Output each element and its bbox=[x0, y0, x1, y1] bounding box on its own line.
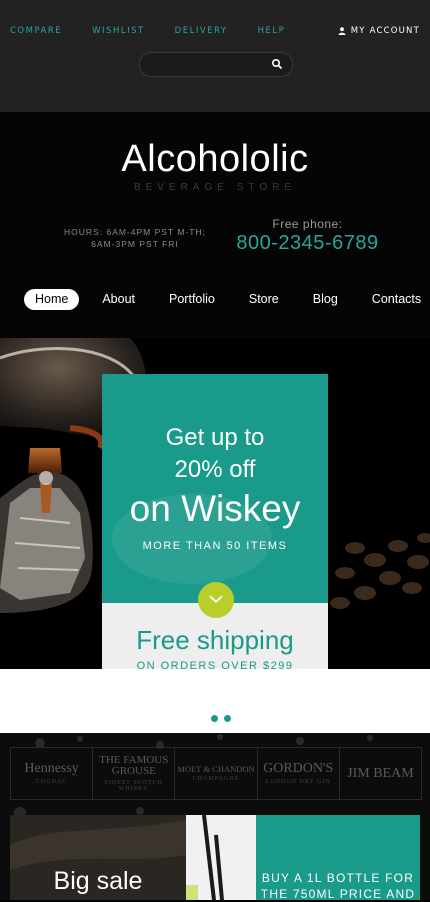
slider-dots bbox=[211, 715, 231, 722]
wishlist-link[interactable]: WISHLIST bbox=[92, 26, 145, 36]
phone-label: Free phone: bbox=[272, 217, 343, 231]
nav-store[interactable]: Store bbox=[238, 289, 290, 310]
promo-subtitle: MORE THAN 50 ITEMS bbox=[142, 540, 288, 552]
site-tagline: BEVERAGE STORE bbox=[133, 182, 297, 193]
hours-line-1: HOURS: 6AM-4PM PST M-TH; bbox=[64, 227, 206, 237]
user-icon bbox=[338, 27, 346, 35]
brand-jim-beam[interactable]: JIM BEAM bbox=[340, 748, 421, 799]
brand-famous-grouse[interactable]: THE FAMOUS GROUSE FINEST SCOTCH WHISKY bbox=[93, 748, 176, 799]
slider-pagination-area bbox=[0, 669, 430, 733]
nav-portfolio[interactable]: Portfolio bbox=[158, 289, 226, 310]
search-box bbox=[139, 52, 293, 77]
straw-glass-image bbox=[186, 815, 256, 900]
compare-link[interactable]: COMPARE bbox=[10, 26, 62, 36]
promo-banner[interactable]: Get up to 20% off on Wiskey MORE THAN 50… bbox=[102, 374, 328, 603]
search-input[interactable] bbox=[150, 57, 274, 73]
brand-sub: CHAMPAGNE bbox=[192, 776, 240, 783]
brand-moet-chandon[interactable]: MOET & CHANDON CHAMPAGNE bbox=[175, 748, 258, 799]
brand-sub: COGNAC bbox=[35, 779, 68, 785]
my-account-label: MY ACCOUNT bbox=[350, 26, 420, 36]
brand-name: GORDON'S bbox=[263, 761, 334, 776]
expand-button[interactable] bbox=[198, 582, 234, 618]
promo-line-1: Get up to bbox=[165, 424, 265, 451]
phone-number[interactable]: 800-2345-6789 bbox=[230, 232, 385, 255]
site-logo[interactable]: Alcohololic bbox=[0, 138, 430, 181]
brand-name: THE FAMOUS GROUSE bbox=[99, 754, 169, 777]
bottle-promo-banner[interactable]: BUY A 1L BOTTLE FOR THE 750ML PRICE AND bbox=[256, 815, 420, 902]
nav-blog[interactable]: Blog bbox=[302, 289, 349, 310]
chevron-down-icon bbox=[209, 595, 223, 604]
big-sale-label: Big sale bbox=[53, 867, 143, 895]
brand-sub: FINEST SCOTCH WHISKY bbox=[104, 780, 163, 792]
slider-dot-2[interactable] bbox=[224, 715, 231, 722]
big-sale-banner[interactable]: Big sale bbox=[10, 815, 186, 900]
shipping-title: Free shipping bbox=[136, 625, 294, 655]
top-bar: COMPARE WISHLIST DELIVERY HELP MY ACCOUN… bbox=[0, 0, 430, 112]
search-icon[interactable] bbox=[271, 58, 283, 70]
delivery-link[interactable]: DELIVERY bbox=[175, 26, 228, 36]
slider-dot-1[interactable] bbox=[211, 715, 218, 722]
brand-gordons[interactable]: GORDON'S LONDON DRY GIN bbox=[258, 748, 340, 799]
promo-line-2: 20% off bbox=[174, 456, 256, 483]
bottle-promo-line-1: BUY A 1L BOTTLE FOR bbox=[261, 871, 415, 885]
main-nav: Home About Portfolio Store Blog Contacts bbox=[24, 289, 430, 310]
store-hours: HOURS: 6AM-4PM PST M-TH; 6AM-3PM PST FRI bbox=[62, 226, 208, 250]
top-links: COMPARE WISHLIST DELIVERY HELP bbox=[10, 26, 315, 36]
brand-name: JIM BEAM bbox=[347, 765, 414, 781]
brand-hennessy[interactable]: Hennessy COGNAC bbox=[11, 748, 94, 799]
nav-contacts[interactable]: Contacts bbox=[361, 289, 430, 310]
promo-line-3: on Wiskey bbox=[129, 488, 301, 529]
nav-about[interactable]: About bbox=[91, 289, 146, 310]
my-account-link[interactable]: MY ACCOUNT bbox=[338, 26, 420, 36]
nav-home[interactable]: Home bbox=[24, 289, 80, 310]
hours-line-2: 6AM-3PM PST FRI bbox=[91, 239, 179, 249]
bottle-promo-text: BUY A 1L BOTTLE FOR THE 750ML PRICE AND bbox=[256, 870, 420, 902]
straws-icon bbox=[186, 815, 256, 900]
brand-name: MOET & CHANDON bbox=[177, 763, 255, 774]
brand-name: Hennessy bbox=[24, 761, 79, 776]
brand-logos: Hennessy COGNAC THE FAMOUS GROUSE FINEST… bbox=[10, 747, 422, 800]
help-link[interactable]: HELP bbox=[258, 26, 286, 36]
brand-sub: LONDON DRY GIN bbox=[265, 779, 331, 785]
